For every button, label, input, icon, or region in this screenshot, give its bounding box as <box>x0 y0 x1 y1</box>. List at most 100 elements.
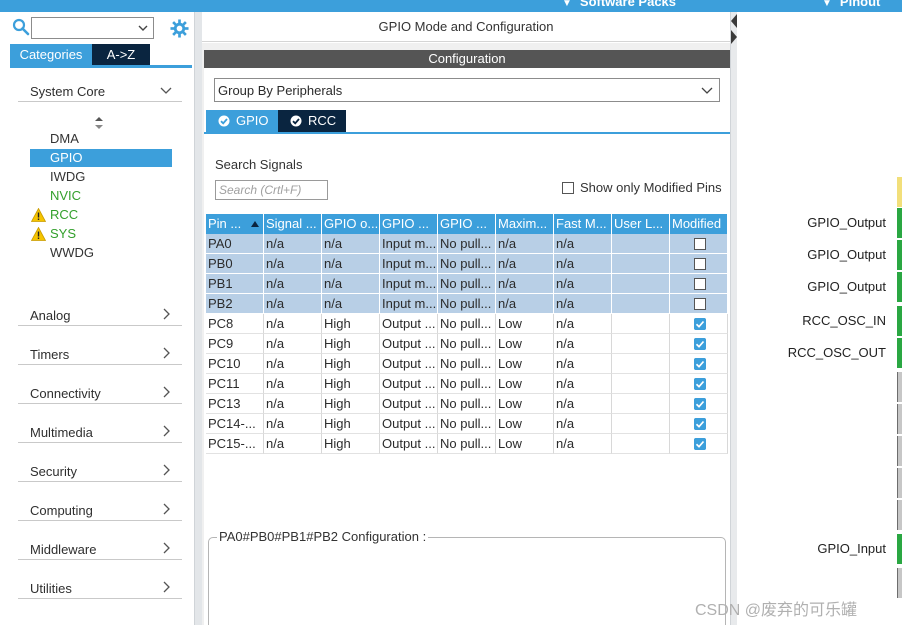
modified-checkbox[interactable] <box>694 278 706 290</box>
cell-fast-mode[interactable]: n/a <box>554 254 612 274</box>
category-timers[interactable]: Timers <box>18 341 182 365</box>
cell-pull[interactable]: No pull... <box>438 294 496 314</box>
tab-gpio[interactable]: GPIO <box>206 110 278 132</box>
core-item-wwdg[interactable]: WWDG <box>30 244 172 262</box>
header-col-pin[interactable]: Pin ... <box>206 214 264 234</box>
cell-output-level[interactable]: High <box>322 314 380 334</box>
left-panel-scrollbar[interactable] <box>194 12 202 625</box>
cell-signal[interactable]: n/a <box>264 374 322 394</box>
cell-gpio-mode[interactable]: Input m... <box>380 294 438 314</box>
core-item-gpio[interactable]: GPIO <box>30 149 172 167</box>
pin-block[interactable] <box>897 177 902 207</box>
modified-checkbox[interactable] <box>694 258 706 270</box>
search-combo[interactable] <box>31 17 154 39</box>
cell-gpio-mode[interactable]: Input m... <box>380 234 438 254</box>
table-row[interactable]: PB2 n/a n/a Input m... No pull... n/a n/a <box>206 294 728 314</box>
cell-signal[interactable]: n/a <box>264 274 322 294</box>
cell-max-speed[interactable]: Low <box>496 374 554 394</box>
cell-user-label[interactable] <box>612 414 670 434</box>
category-middleware[interactable]: Middleware <box>18 536 182 560</box>
cell-user-label[interactable] <box>612 434 670 454</box>
cell-output-level[interactable]: High <box>322 334 380 354</box>
cell-gpio-mode[interactable]: Input m... <box>380 274 438 294</box>
cell-gpio-mode[interactable]: Output ... <box>380 374 438 394</box>
header-col-output-level[interactable]: GPIO o... <box>322 214 380 234</box>
header-col-modified[interactable]: Modified <box>670 214 728 234</box>
cell-output-level[interactable]: High <box>322 354 380 374</box>
table-row[interactable]: PC14-... n/a High Output ... No pull... Low n/… <box>206 414 728 434</box>
modified-checkbox-checked[interactable] <box>694 358 706 370</box>
chevron-down-icon[interactable] <box>137 22 149 34</box>
modified-checkbox-checked[interactable] <box>694 338 706 350</box>
cell-pin[interactable]: PB1 <box>206 274 264 294</box>
cell-pin[interactable]: PC14-... <box>206 414 264 434</box>
modified-checkbox-checked[interactable] <box>694 318 706 330</box>
cell-pin[interactable]: PC10 <box>206 354 264 374</box>
cell-output-level[interactable]: High <box>322 434 380 454</box>
cell-max-speed[interactable]: Low <box>496 434 554 454</box>
cell-max-speed[interactable]: n/a <box>496 274 554 294</box>
cell-user-label[interactable] <box>612 254 670 274</box>
core-item-dma[interactable]: DMA <box>30 130 172 148</box>
cell-pull[interactable]: No pull... <box>438 374 496 394</box>
modified-checkbox[interactable] <box>694 238 706 250</box>
table-row[interactable]: PC13 n/a High Output ... No pull... Low n/a <box>206 394 728 414</box>
cell-gpio-mode[interactable]: Output ... <box>380 354 438 374</box>
pinout-menu[interactable]: ▼ Pinout <box>822 0 880 9</box>
tab-rcc[interactable]: RCC <box>278 110 346 132</box>
cell-gpio-mode[interactable]: Output ... <box>380 434 438 454</box>
cell-output-level[interactable]: n/a <box>322 234 380 254</box>
cell-signal[interactable]: n/a <box>264 354 322 374</box>
category-computing[interactable]: Computing <box>18 497 182 521</box>
header-col-max-speed[interactable]: Maxim... <box>496 214 554 234</box>
cell-output-level[interactable]: High <box>322 374 380 394</box>
cell-signal[interactable]: n/a <box>264 254 322 274</box>
cell-output-level[interactable]: n/a <box>322 254 380 274</box>
core-item-rcc[interactable]: RCC <box>30 206 172 224</box>
cell-signal[interactable]: n/a <box>264 294 322 314</box>
core-item-sys[interactable]: SYS <box>30 225 172 243</box>
cell-pin[interactable]: PC13 <box>206 394 264 414</box>
pin-block[interactable] <box>897 240 902 270</box>
cell-pin[interactable]: PB0 <box>206 254 264 274</box>
cell-user-label[interactable] <box>612 354 670 374</box>
header-col-fast-mode[interactable]: Fast M... <box>554 214 612 234</box>
cell-user-label[interactable] <box>612 394 670 414</box>
cell-fast-mode[interactable]: n/a <box>554 234 612 254</box>
cell-max-speed[interactable]: Low <box>496 394 554 414</box>
cell-max-speed[interactable]: Low <box>496 314 554 334</box>
category-security[interactable]: Security <box>18 458 182 482</box>
cell-pull[interactable]: No pull... <box>438 354 496 374</box>
cell-fast-mode[interactable]: n/a <box>554 274 612 294</box>
tab-categories[interactable]: Categories <box>10 44 92 65</box>
cell-fast-mode[interactable]: n/a <box>554 354 612 374</box>
cell-pull[interactable]: No pull... <box>438 334 496 354</box>
cell-signal[interactable]: n/a <box>264 434 322 454</box>
search-icon[interactable] <box>12 18 30 36</box>
cell-gpio-mode[interactable]: Output ... <box>380 414 438 434</box>
modified-checkbox-checked[interactable] <box>694 438 706 450</box>
category-multimedia[interactable]: Multimedia <box>18 419 182 443</box>
cell-signal[interactable]: n/a <box>264 314 322 334</box>
cell-output-level[interactable]: High <box>322 394 380 414</box>
header-col-signal[interactable]: Signal ... <box>264 214 322 234</box>
core-item-nvic[interactable]: NVIC <box>30 187 172 205</box>
pin-block[interactable] <box>897 208 902 238</box>
cell-fast-mode[interactable]: n/a <box>554 334 612 354</box>
modified-checkbox-checked[interactable] <box>694 398 706 410</box>
panel-splitter[interactable] <box>730 12 737 625</box>
pin-block[interactable] <box>897 272 902 302</box>
cell-pull[interactable]: No pull... <box>438 274 496 294</box>
software-packs-menu[interactable]: ▼ Software Packs <box>562 0 676 9</box>
cell-user-label[interactable] <box>612 234 670 254</box>
header-col-pull[interactable]: GPIO ... <box>438 214 496 234</box>
pin-block[interactable] <box>897 534 902 564</box>
cell-pull[interactable]: No pull... <box>438 234 496 254</box>
cell-pin[interactable]: PC15-... <box>206 434 264 454</box>
cell-user-label[interactable] <box>612 374 670 394</box>
category-system-core[interactable]: System Core <box>18 78 182 102</box>
cell-fast-mode[interactable]: n/a <box>554 394 612 414</box>
cell-user-label[interactable] <box>612 294 670 314</box>
cell-user-label[interactable] <box>612 334 670 354</box>
cell-max-speed[interactable]: n/a <box>496 234 554 254</box>
